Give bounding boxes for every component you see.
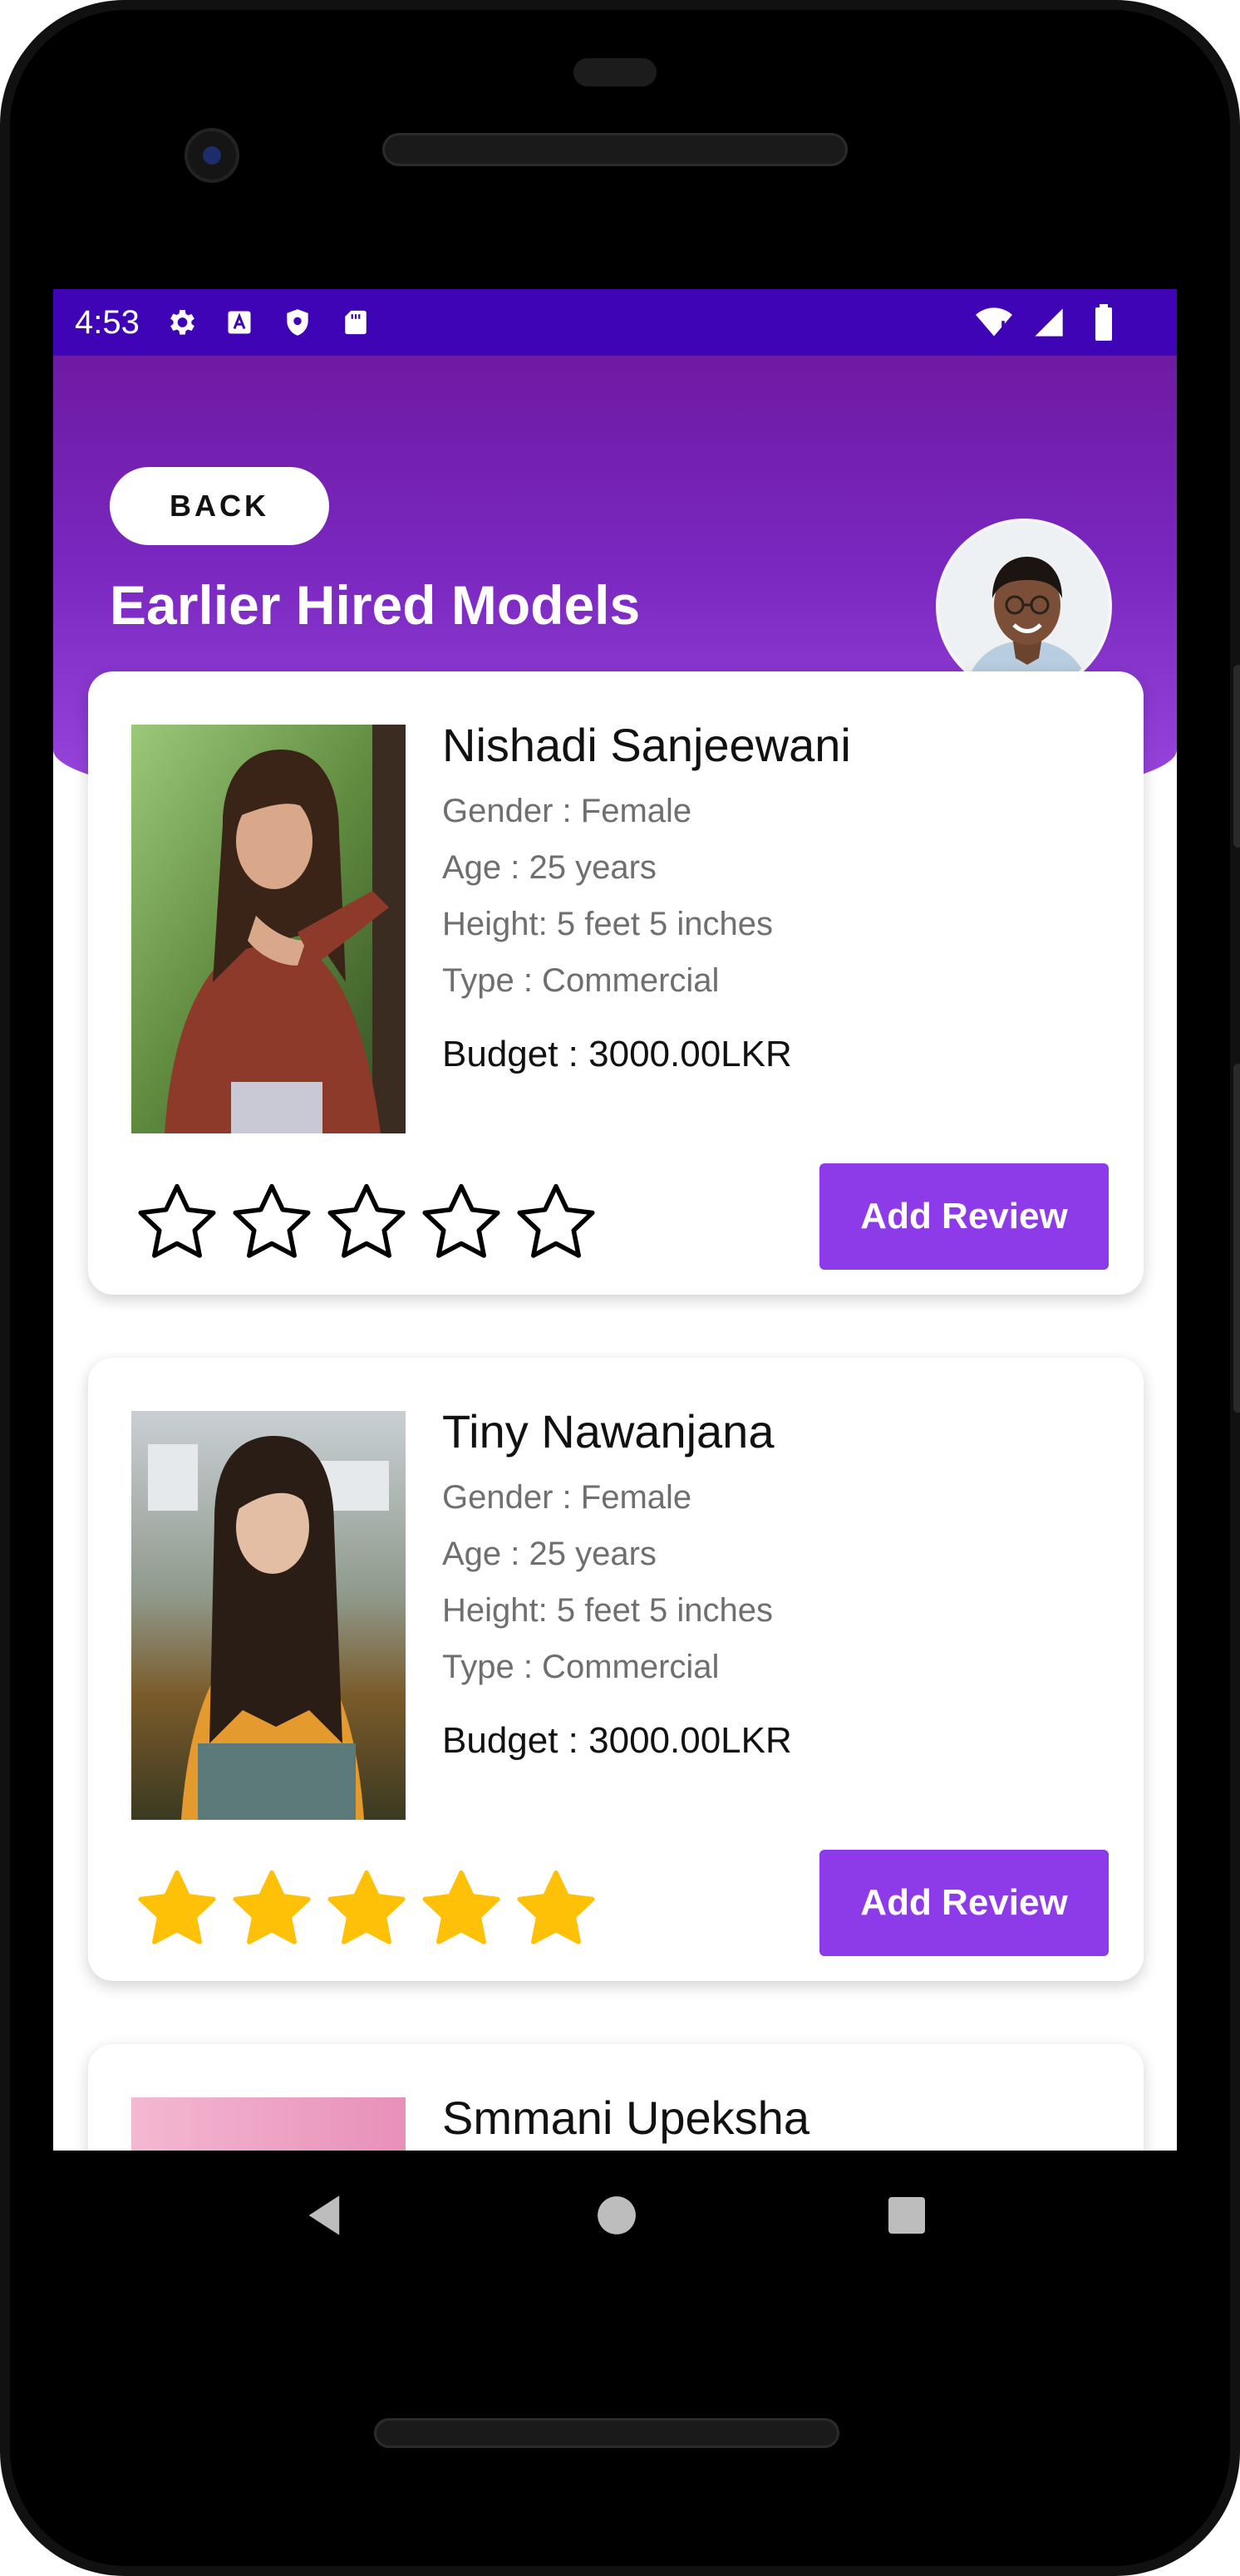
model-name: Tiny Nawanjana [442,1405,775,1458]
a-box-icon [221,304,258,341]
signal-icon [1031,304,1067,341]
model-age: Age : 25 years [442,1536,657,1572]
star-outline-icon[interactable] [135,1180,219,1265]
status-bar: 4:53 [53,289,1177,356]
model-card: Smmani Upeksha [88,2044,1144,2151]
shield-icon [279,304,316,341]
model-name: Smmani Upeksha [442,2092,809,2144]
model-photo [131,1411,406,1820]
star-outline-icon[interactable] [229,1180,314,1265]
sensor [573,58,657,86]
recents-icon[interactable] [887,2195,927,2239]
home-icon[interactable] [596,2195,637,2240]
star-filled-icon[interactable] [229,1866,314,1951]
star-outline-icon[interactable] [324,1180,409,1265]
add-review-button[interactable]: Add Review [819,1163,1109,1270]
back-button[interactable]: BACK [110,467,329,545]
model-height: Height: 5 feet 5 inches [442,906,774,942]
model-type: Type : Commercial [442,1649,720,1685]
app-screen: 4:53 BACK Earlier Hired Models Nishadi S… [53,289,1177,2151]
model-height: Height: 5 feet 5 inches [442,1592,774,1629]
bottom-speaker [374,2418,839,2448]
sd-card-icon [337,304,374,341]
model-name: Nishadi Sanjeewani [442,719,851,771]
model-photo [131,2097,406,2151]
rating-stars[interactable] [135,1866,598,1951]
star-filled-icon[interactable] [324,1866,409,1951]
front-camera [185,128,239,183]
power-button [1233,1064,1240,1413]
star-filled-icon[interactable] [419,1866,504,1951]
model-age: Age : 25 years [442,849,657,886]
navigation-bar [53,2151,1177,2283]
wifi-icon [976,304,1012,341]
model-gender: Gender : Female [442,793,692,829]
model-card: Nishadi Sanjeewani Gender : Female Age :… [88,671,1144,1295]
model-photo [131,725,406,1133]
star-filled-icon[interactable] [135,1866,219,1951]
model-type: Type : Commercial [442,962,720,999]
back-icon[interactable] [303,2192,347,2243]
page-title: Earlier Hired Models [110,574,641,636]
star-outline-icon[interactable] [514,1180,598,1265]
model-card: Tiny Nawanjana Gender : Female Age : 25 … [88,1358,1144,1981]
battery-icon [1085,304,1122,341]
star-outline-icon[interactable] [419,1180,504,1265]
top-speaker [382,133,848,166]
rating-stars[interactable] [135,1180,598,1265]
add-review-button[interactable]: Add Review [819,1850,1109,1956]
model-budget: Budget : 3000.00LKR [442,1720,792,1761]
volume-button [1233,665,1240,848]
model-budget: Budget : 3000.00LKR [442,1034,792,1074]
profile-avatar[interactable] [936,519,1112,695]
model-gender: Gender : Female [442,1479,692,1516]
star-filled-icon[interactable] [514,1866,598,1951]
gear-icon [163,304,199,341]
status-time: 4:53 [75,303,140,341]
